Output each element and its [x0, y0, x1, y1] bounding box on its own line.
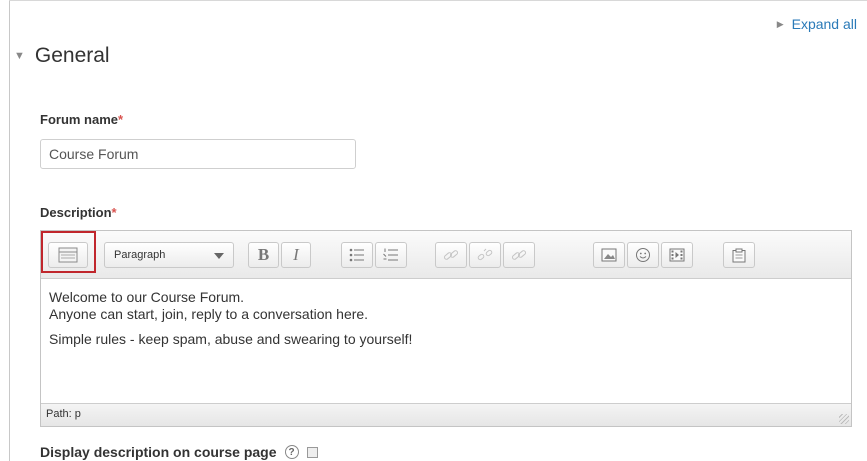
- manage-files-button[interactable]: [723, 242, 755, 268]
- required-asterisk: *: [118, 112, 124, 127]
- editor-content-area[interactable]: Welcome to our Course Forum. Anyone can …: [41, 280, 851, 403]
- display-description-checkbox[interactable]: [306, 446, 318, 458]
- numbered-list-icon: [383, 248, 398, 261]
- section-title: General: [34, 44, 110, 67]
- link-icon: [443, 250, 459, 260]
- content-line: Welcome to our Course Forum.: [49, 289, 245, 305]
- unlink-button[interactable]: [469, 242, 501, 268]
- expand-triangle-icon: ▶: [776, 18, 784, 29]
- anchor-link-button[interactable]: [503, 242, 535, 268]
- image-icon: [601, 248, 617, 262]
- content-line: Anyone can start, join, reply to a conve…: [49, 306, 369, 322]
- bullet-list-icon: [349, 248, 364, 262]
- resize-handle-icon[interactable]: [839, 414, 849, 424]
- page-top-border: [9, 0, 867, 1]
- content-line: Simple rules - keep spam, abuse and swea…: [49, 331, 413, 347]
- italic-button[interactable]: I: [281, 242, 311, 268]
- insert-image-button[interactable]: [593, 242, 625, 268]
- section-general-header[interactable]: ▼ General: [14, 44, 110, 68]
- unlink-icon: [477, 248, 493, 261]
- required-asterisk: *: [111, 205, 117, 220]
- chevron-down-icon: [214, 253, 224, 259]
- expand-all-label[interactable]: Expand all: [792, 16, 857, 32]
- description-editor[interactable]: Paragraph B I Welcome to our Course Foru…: [40, 230, 852, 427]
- clipboard-icon: [732, 248, 746, 262]
- display-description-label: Display description on course page: [40, 444, 277, 460]
- anchor-icon: [511, 250, 527, 260]
- ordered-list-button[interactable]: [375, 242, 407, 268]
- toolbar-toggle-icon: [58, 247, 78, 263]
- insert-media-button[interactable]: [661, 242, 693, 268]
- paragraph-format-select[interactable]: Paragraph: [104, 242, 234, 268]
- forum-name-input[interactable]: [40, 139, 356, 169]
- insert-link-button[interactable]: [435, 242, 467, 268]
- element-path[interactable]: Path: p: [46, 408, 81, 420]
- collapse-caret-icon[interactable]: ▼: [14, 50, 25, 62]
- forum-name-label: Forum name*: [40, 112, 124, 127]
- page-left-border: [9, 0, 10, 461]
- emoticon-icon: [636, 248, 650, 262]
- editor-statusbar: Path: p: [41, 403, 851, 426]
- expand-all-link[interactable]: ▶ Expand all: [777, 16, 857, 32]
- toolbar-toggle-button[interactable]: [48, 242, 88, 268]
- help-icon[interactable]: ?: [284, 445, 299, 459]
- media-icon: [669, 248, 685, 262]
- display-description-row: Display description on course page ?: [40, 444, 318, 460]
- insert-emoticon-button[interactable]: [627, 242, 659, 268]
- description-label: Description*: [40, 205, 117, 220]
- bold-button[interactable]: B: [248, 242, 279, 268]
- unordered-list-button[interactable]: [341, 242, 373, 268]
- editor-toolbar: Paragraph B I: [41, 231, 851, 279]
